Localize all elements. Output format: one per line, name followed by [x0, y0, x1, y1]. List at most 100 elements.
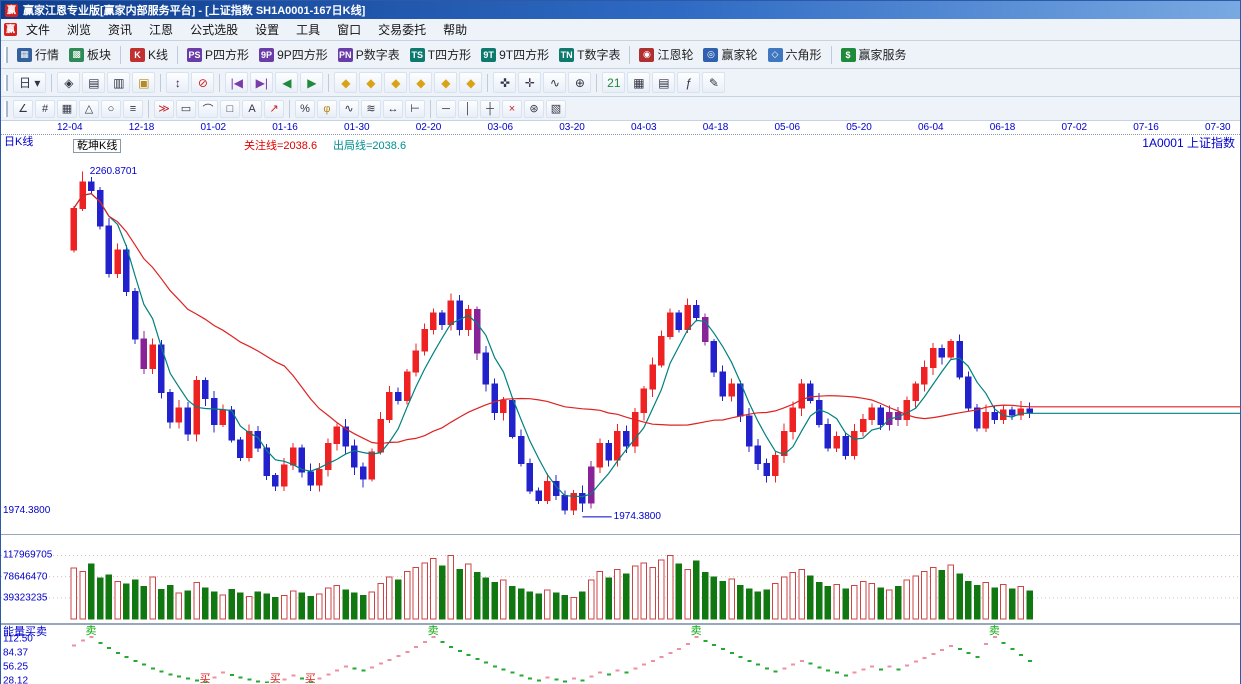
toolbar-btn-sectors[interactable]: ▩板块	[64, 44, 116, 65]
toolbar-btn-gann-wheel[interactable]: ◉江恩轮	[634, 44, 698, 65]
cross-line-icon[interactable]: ┼	[480, 100, 500, 118]
date-label: 01-16	[272, 122, 298, 133]
scale-toggle-icon[interactable]: ↕	[166, 72, 189, 93]
gann-angle-icon[interactable]: ∠	[13, 100, 33, 118]
speed-lines-icon[interactable]: ≫	[154, 100, 174, 118]
gann-diamond-6-icon[interactable]: ◆	[459, 72, 482, 93]
golden-section-icon[interactable]: φ	[317, 100, 337, 118]
date-label: 01-02	[201, 122, 227, 133]
next-bar-icon[interactable]: ▶	[300, 72, 323, 93]
period-selector[interactable]: 日 ▾	[13, 72, 46, 93]
report-view-icon[interactable]: ▤	[652, 72, 675, 93]
menu-item-browse[interactable]: 浏览	[59, 19, 99, 40]
menu-item-trading[interactable]: 交易委托	[370, 19, 434, 40]
toolbar-grip[interactable]	[4, 101, 8, 117]
toolbar-grip[interactable]	[4, 75, 8, 91]
indicator-scale-label: 28.12	[3, 676, 28, 684]
gann-diamond-4-icon[interactable]: ◆	[409, 72, 432, 93]
arc-icon[interactable]: ⌒	[198, 100, 218, 118]
pan-hand-icon[interactable]: ✜	[493, 72, 516, 93]
9p-square-label: 9P四方形	[277, 46, 328, 63]
wave-count-icon[interactable]: ∿	[339, 100, 359, 118]
toolbar-btn-t-number-table[interactable]: TNT数字表	[554, 44, 625, 65]
toolbar-btn-hexagon[interactable]: ◇六角形	[763, 44, 827, 65]
winner-wheel-label: 赢家轮	[721, 46, 757, 63]
menu-logo-icon: 赢	[4, 23, 17, 36]
crosshair-icon[interactable]: ✛	[518, 72, 541, 93]
toolbar-separator	[120, 46, 121, 64]
zoom-icon[interactable]: ⊕	[568, 72, 591, 93]
menu-item-file[interactable]: 文件	[18, 19, 58, 40]
toolbar-btn-quotes[interactable]: ▦行情	[12, 44, 64, 65]
gann-diamond-1-icon[interactable]: ◆	[334, 72, 357, 93]
info-panel-icon[interactable]: ▥	[107, 72, 130, 93]
menu-item-news[interactable]: 资讯	[100, 19, 140, 40]
menu-item-gann[interactable]: 江恩	[141, 19, 181, 40]
energy-indicator-chart[interactable]: 卖卖卖卖买买买	[1, 625, 1241, 683]
quote-board-icon[interactable]: ▤	[82, 72, 105, 93]
prev-bar-icon[interactable]: ◀	[275, 72, 298, 93]
menu-item-formula-select[interactable]: 公式选股	[182, 19, 246, 40]
grid-view-icon[interactable]: ▦	[627, 72, 650, 93]
text-tool-icon[interactable]: A	[242, 100, 262, 118]
toolbar-btn-9p-square[interactable]: 9P9P四方形	[254, 44, 333, 65]
channel-icon[interactable]: ▭	[176, 100, 196, 118]
gann-compass-icon[interactable]: ◈	[57, 72, 80, 93]
volume-pane[interactable]: 1179697057864647039323235	[1, 535, 1240, 625]
last-bar-icon[interactable]: ▶|	[250, 72, 273, 93]
menu-item-settings[interactable]: 设置	[247, 19, 287, 40]
toolbar-btn-p-square[interactable]: PSP四方形	[182, 44, 254, 65]
date-label: 05-06	[775, 122, 801, 133]
kline-style-selector[interactable]: 乾坤K线	[73, 139, 121, 153]
mirror-tool-icon[interactable]: ↔	[383, 100, 403, 118]
indicator-pane[interactable]: 卖卖卖卖买买买 能量买卖 112.5084.3756.2528.12	[1, 625, 1240, 684]
gann-diamond-3-icon[interactable]: ◆	[384, 72, 407, 93]
lock-icon[interactable]: ▣	[132, 72, 155, 93]
wave-line-icon[interactable]: ∿	[543, 72, 566, 93]
percent-tool-icon[interactable]: %	[295, 100, 315, 118]
toolbar-btn-p-number-table[interactable]: PNP数字表	[333, 44, 405, 65]
gann-diamond-2-icon[interactable]: ◆	[359, 72, 382, 93]
price-grid-icon[interactable]: #	[35, 100, 55, 118]
fib-retrace-icon[interactable]: ≡	[123, 100, 143, 118]
buy-marker: 买	[270, 672, 281, 683]
menu-item-tools[interactable]: 工具	[288, 19, 328, 40]
clear-lines-icon[interactable]: ⊘	[191, 72, 214, 93]
t-square-label: T四方形	[428, 46, 471, 63]
main-chart-pane[interactable]: 日K线 乾坤K线 关注线=2038.6 出局线=2038.6 1A0001 上证…	[1, 135, 1240, 535]
measure-tool-icon[interactable]: ⊢	[405, 100, 425, 118]
menu-item-help[interactable]: 帮助	[435, 19, 475, 40]
candlestick-chart[interactable]	[1, 135, 1241, 533]
toolbar-btn-kline[interactable]: KK线	[125, 44, 173, 65]
gann-fan-icon[interactable]: △	[79, 100, 99, 118]
rect-tool-icon[interactable]: □	[220, 100, 240, 118]
toolbar-btn-winner-service[interactable]: $赢家服务	[836, 44, 912, 65]
tool-settings-icon[interactable]: ⊛	[524, 100, 544, 118]
time-cycle-icon[interactable]: ○	[101, 100, 121, 118]
toolbar-separator	[430, 100, 431, 118]
main-toolbar: ▦行情▩板块KK线PSP四方形9P9P四方形PNP数字表TST四方形9T9T四方…	[1, 41, 1240, 69]
9p-square-icon: 9P	[259, 48, 274, 62]
menu-item-window[interactable]: 窗口	[329, 19, 369, 40]
volume-chart[interactable]	[1, 535, 1241, 623]
formula-icon[interactable]: ƒ	[677, 72, 700, 93]
toolbar-btn-winner-wheel[interactable]: ◎赢家轮	[698, 44, 762, 65]
vline-tool-icon[interactable]: │	[458, 100, 478, 118]
window-title: 赢家江恩专业版[赢家内部服务平台] - [上证指数 SH1A0001-167日K…	[23, 2, 365, 18]
title-bar[interactable]: 赢 赢家江恩专业版[赢家内部服务平台] - [上证指数 SH1A0001-167…	[1, 1, 1240, 19]
square-of-nine-icon[interactable]: ▦	[57, 100, 77, 118]
toolbar-btn-t-square[interactable]: TST四方形	[405, 44, 476, 65]
toolbar-btn-9t-square[interactable]: 9T9T四方形	[476, 44, 554, 65]
first-bar-icon[interactable]: |◀	[225, 72, 248, 93]
toolbar-grip[interactable]	[4, 47, 8, 63]
cycle-bands-icon[interactable]: ≋	[361, 100, 381, 118]
arrow-tool-icon[interactable]: ↗	[264, 100, 284, 118]
date-label: 06-04	[918, 122, 944, 133]
gann-diamond-5-icon[interactable]: ◆	[434, 72, 457, 93]
pane-title-kline[interactable]: 日K线	[4, 136, 33, 148]
eraser-icon[interactable]: ×	[502, 100, 522, 118]
hline-tool-icon[interactable]: ─	[436, 100, 456, 118]
pattern-grid-icon[interactable]: ▧	[546, 100, 566, 118]
days-21-icon[interactable]: 21	[602, 72, 625, 93]
draw-note-icon[interactable]: ✎	[702, 72, 725, 93]
